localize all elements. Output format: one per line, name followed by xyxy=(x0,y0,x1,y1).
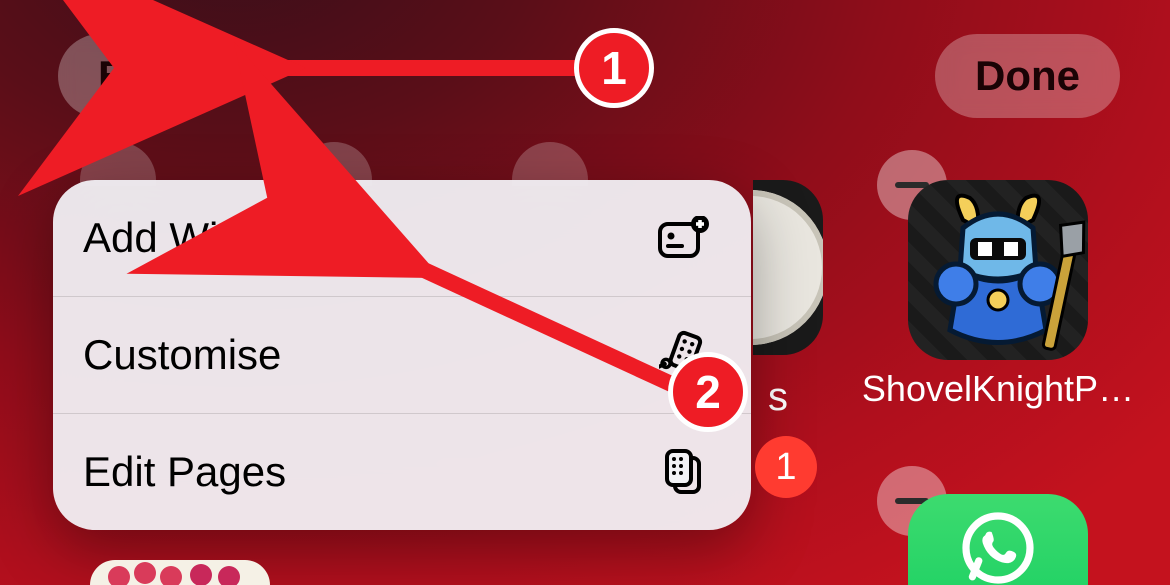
app-shovelknight[interactable]: ShovelKnightP… xyxy=(908,180,1088,410)
edit-button-label: Edit xyxy=(98,52,177,99)
app-peek-bottom-left[interactable] xyxy=(90,560,270,585)
menu-item-add-widget[interactable]: Add Widget xyxy=(53,180,751,296)
whatsapp-icon xyxy=(948,508,1048,585)
menu-item-edit-pages[interactable]: Edit Pages xyxy=(53,413,751,530)
notification-badge: 1 xyxy=(755,436,817,498)
edit-button[interactable]: Edit xyxy=(58,34,217,118)
app-label-shovelknight: ShovelKnightP… xyxy=(858,368,1138,410)
widget-add-icon xyxy=(657,214,711,262)
edit-context-menu: Add Widget Customise xyxy=(53,180,751,530)
menu-item-label: Add Widget xyxy=(83,214,300,262)
menu-item-label: Customise xyxy=(83,331,281,379)
clock-app-peek[interactable] xyxy=(753,180,823,355)
notification-count: 1 xyxy=(775,446,796,489)
pages-icon xyxy=(657,448,711,496)
done-button[interactable]: Done xyxy=(935,34,1120,118)
menu-item-label: Edit Pages xyxy=(83,448,286,496)
app-icon-shovelknight xyxy=(908,180,1088,360)
app-whatsapp-peek[interactable] xyxy=(908,494,1088,585)
annotation-step-2: 2 xyxy=(668,352,748,432)
truncated-app-label-peek: s xyxy=(768,375,788,420)
annotation-step-1: 1 xyxy=(574,28,654,108)
menu-item-customise[interactable]: Customise xyxy=(53,296,751,413)
done-button-label: Done xyxy=(975,52,1080,99)
